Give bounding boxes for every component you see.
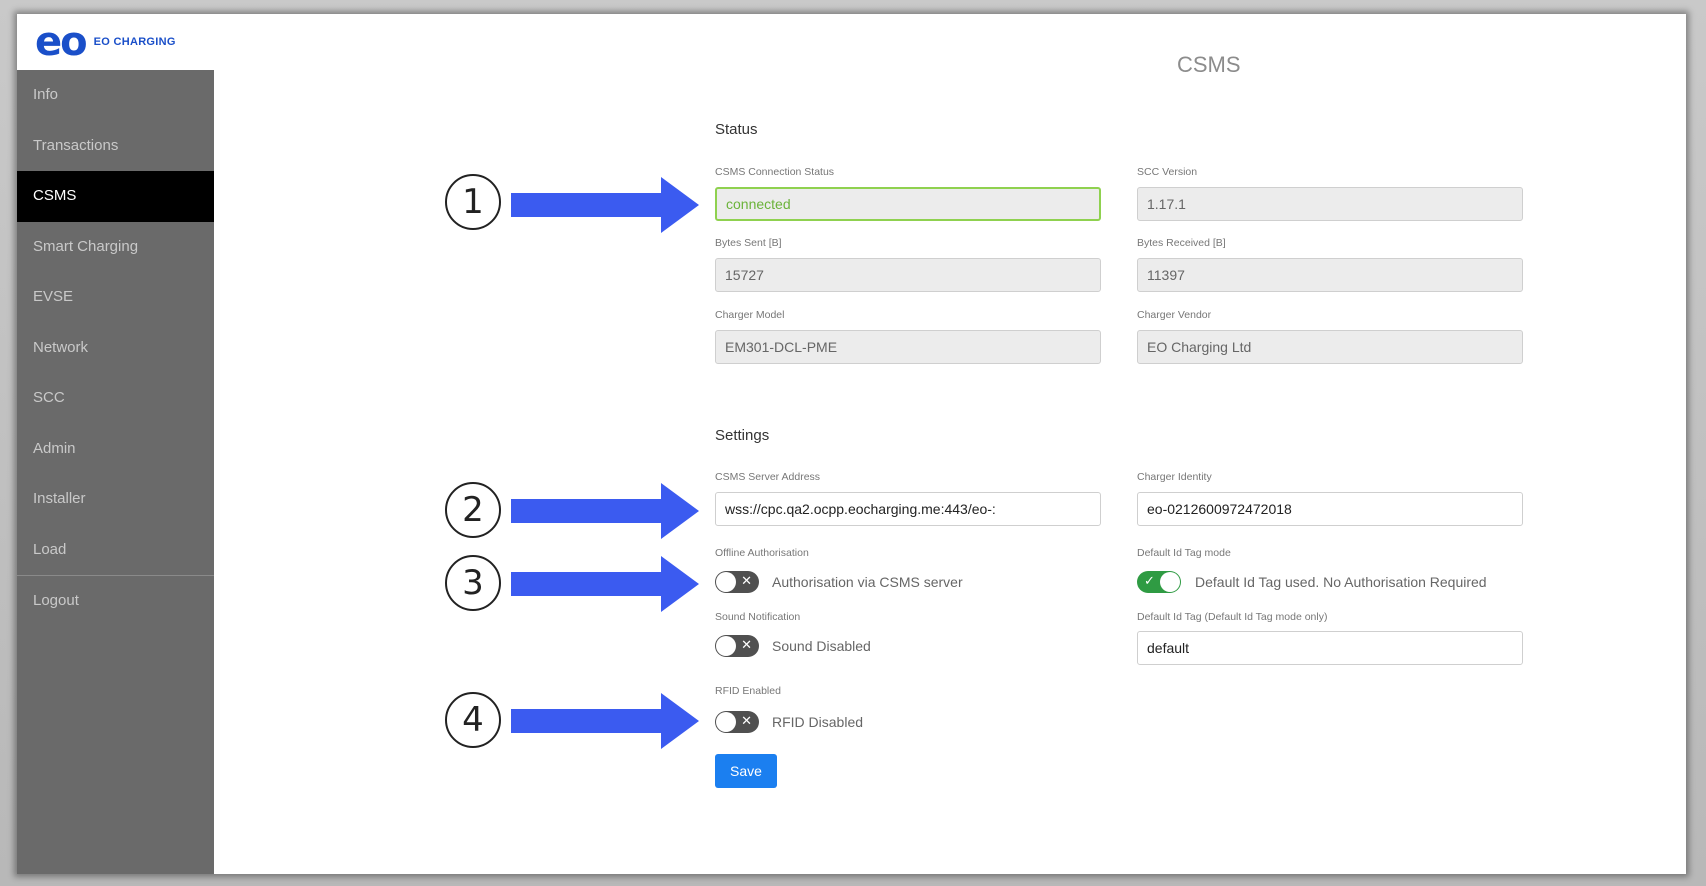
toggle-knob — [716, 636, 736, 656]
sidebar-item-admin[interactable]: Admin — [17, 424, 214, 475]
scc-version-field: 1.17.1 — [1137, 187, 1523, 221]
sidebar-item-transactions[interactable]: Transactions — [17, 121, 214, 172]
callout-arrow-2 — [511, 483, 699, 539]
toggle-off-icon: ✕ — [741, 713, 752, 728]
save-button[interactable]: Save — [715, 754, 777, 788]
toggle-off-icon: ✕ — [741, 573, 752, 588]
default-mode-text: Default Id Tag used. No Authorisation Re… — [1195, 574, 1487, 590]
rfid-toggle[interactable]: ✕ — [715, 711, 759, 733]
sidebar-item-evse[interactable]: EVSE — [17, 272, 214, 323]
default-mode-label: Default Id Tag mode — [1137, 547, 1231, 559]
connection-status-label: CSMS Connection Status — [715, 166, 835, 178]
toggle-knob — [716, 712, 736, 732]
bytes-sent-field: 15727 — [715, 258, 1101, 292]
eo-logo-mark: eo — [35, 19, 88, 65]
toggle-knob — [1160, 572, 1180, 592]
charger-identity-input[interactable] — [1137, 492, 1523, 526]
bytes-sent-label: Bytes Sent [B] — [715, 237, 782, 249]
charger-vendor-field: EO Charging Ltd — [1137, 330, 1523, 364]
default-mode-toggle[interactable]: ✓ — [1137, 571, 1181, 593]
sidebar-item-csms[interactable]: CSMS — [17, 171, 214, 222]
sidebar-item-smart-charging[interactable]: Smart Charging — [17, 222, 214, 273]
status-heading: Status — [715, 121, 758, 138]
rfid-label: RFID Enabled — [715, 685, 781, 697]
sidebar-item-installer[interactable]: Installer — [17, 474, 214, 525]
sidebar-item-network[interactable]: Network — [17, 323, 214, 374]
default-tag-label: Default Id Tag (Default Id Tag mode only… — [1137, 611, 1328, 623]
callout-arrow-1 — [511, 177, 699, 233]
toggle-check-icon: ✓ — [1144, 573, 1155, 588]
offline-auth-label: Offline Authorisation — [715, 547, 809, 559]
callout-arrow-3 — [511, 556, 699, 612]
sound-label: Sound Notification — [715, 611, 801, 623]
sound-text: Sound Disabled — [772, 638, 871, 654]
offline-auth-text: Authorisation via CSMS server — [772, 574, 963, 590]
charger-vendor-label: Charger Vendor — [1137, 309, 1212, 321]
offline-auth-toggle[interactable]: ✕ — [715, 571, 759, 593]
callout-badge-2: 2 — [445, 482, 501, 538]
callout-arrow-4 — [511, 693, 699, 749]
bytes-received-label: Bytes Received [B] — [1137, 237, 1226, 249]
sidebar-item-info[interactable]: Info — [17, 70, 214, 121]
sidebar-item-scc[interactable]: SCC — [17, 373, 214, 424]
callout-badge-1: 1 — [445, 174, 501, 230]
sidebar-nav: Info Transactions CSMS Smart Charging EV… — [17, 70, 214, 874]
settings-heading: Settings — [715, 427, 770, 444]
page-title: CSMS — [1177, 52, 1241, 77]
brand-name: EO CHARGING — [93, 36, 176, 48]
server-address-input[interactable] — [715, 492, 1101, 526]
charger-model-label: Charger Model — [715, 309, 785, 321]
brand-logo: eo EO CHARGING — [17, 14, 214, 70]
toggle-knob — [716, 572, 736, 592]
scc-version-label: SCC Version — [1137, 166, 1198, 178]
charger-identity-label: Charger Identity — [1137, 471, 1212, 483]
bytes-received-field: 11397 — [1137, 258, 1523, 292]
connection-status-field: connected — [715, 187, 1101, 221]
sidebar-item-load[interactable]: Load — [17, 525, 214, 576]
default-tag-input[interactable] — [1137, 631, 1523, 665]
rfid-text: RFID Disabled — [772, 714, 864, 730]
server-address-label: CSMS Server Address — [715, 471, 821, 483]
toggle-off-icon: ✕ — [741, 637, 752, 652]
callout-badge-3: 3 — [445, 555, 501, 611]
sidebar-item-logout[interactable]: Logout — [17, 576, 214, 627]
app-window: eo EO CHARGING Info Transactions CSMS Sm… — [17, 14, 1686, 874]
callout-badge-4: 4 — [445, 692, 501, 748]
charger-model-field: EM301-DCL-PME — [715, 330, 1101, 364]
sound-toggle[interactable]: ✕ — [715, 635, 759, 657]
